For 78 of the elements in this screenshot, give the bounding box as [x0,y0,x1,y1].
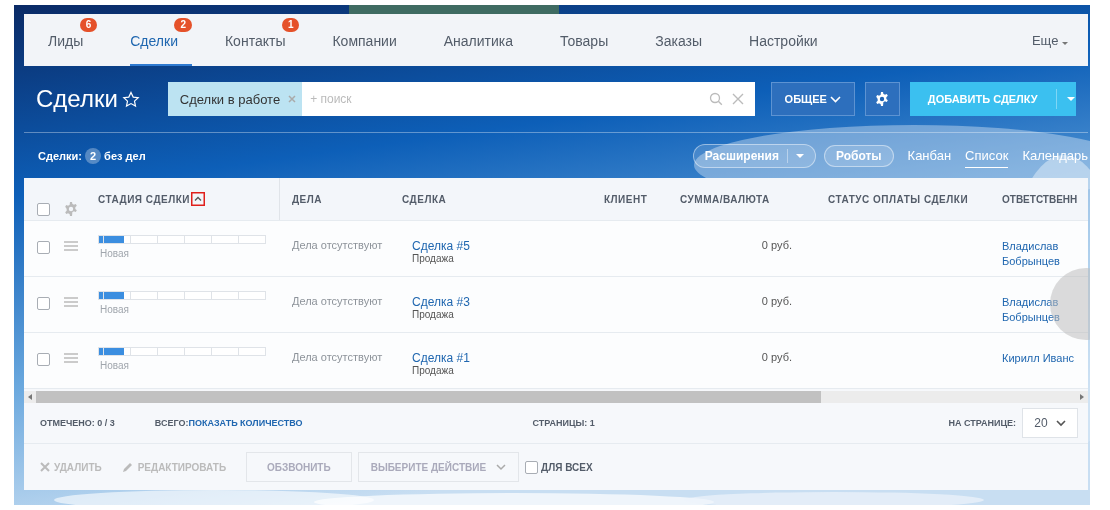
caret-icon [1062,41,1068,45]
menu-icon [64,241,78,251]
nav-tab[interactable]: Настройки [749,14,832,66]
column-header[interactable]: ДЕЛА [292,193,323,205]
nav-tab[interactable]: Лиды 6 [48,14,98,66]
search-icon [708,92,723,106]
select-all-checkbox[interactable] [36,202,50,216]
chevron-icon [1055,419,1066,427]
settings-icon [874,92,891,106]
pages-label: СТРАНИЦЫ: 1 [532,418,595,428]
for-all-label: ДЛЯ ВСЕХ [541,461,593,473]
stage-label: Новая [100,248,130,259]
table-cell-text: Дела отсутствуют [292,239,383,253]
page-title: Сделки [36,85,118,113]
total-label: ВСЕГО: [154,418,189,428]
sort-icon [191,192,205,206]
column-header[interactable]: СДЕЛКА [402,193,447,205]
column-header[interactable]: СТАДИЯ СДЕЛКИ [98,193,190,205]
nav-tab[interactable]: Аналитика [443,14,528,66]
search-field[interactable]: Сделки в работе + поиск [167,82,755,116]
caret-icon [795,153,804,158]
nav-tab[interactable]: Заказы [655,14,717,66]
star-icon [121,90,140,108]
row-checkbox[interactable] [36,353,50,366]
menu-icon [64,297,78,307]
table-cell-text: 0 руб. [761,351,792,365]
caret-icon [1066,97,1075,101]
nav-tab[interactable]: Товары [560,14,623,66]
stage-label: Новая [100,304,130,315]
show-count-link[interactable]: ПОКАЗАТЬ КОЛИЧЕСТВО [188,418,303,428]
user-link[interactable]: Кирилл Иванс [1002,351,1082,388]
table-cell-text: Продажа [412,253,455,264]
column-header[interactable]: КЛИЕНТ [604,193,648,205]
per-page-select[interactable]: 20 [1022,408,1078,438]
chevron-icon [829,95,841,103]
counter-badge: 2 [174,17,192,32]
table-cell-text: 0 руб. [761,295,792,309]
preset-button[interactable]: ОБЩЕЕ [770,82,855,116]
horizontal-scrollbar[interactable] [24,391,1088,403]
more-menu[interactable]: Еще [1031,32,1068,48]
row-checkbox[interactable] [36,241,50,254]
row-checkbox[interactable] [36,297,50,310]
column-header[interactable]: СТАТУС ОПЛАТЫ СДЕЛКИ [828,193,969,205]
settings-button[interactable] [864,82,900,116]
stage-label: Новая [100,360,130,371]
table-cell-text: Продажа [412,365,455,376]
user-link[interactable]: Владислав Бобрынцев [1002,239,1082,276]
counter-suffix: без дел [104,149,146,162]
scroll-right-arrow-icon[interactable] [1080,394,1084,400]
counter-badge: 1 [281,17,300,32]
pencil-icon [121,461,134,473]
table-cell-text: Продажа [412,309,455,320]
deal-link[interactable]: Сделка #5 [412,239,542,253]
counter-label: Сделки: [38,149,82,162]
for-all-checkbox[interactable] [525,460,539,474]
filter-chip[interactable]: Сделки в работе [167,82,303,116]
nav-tab[interactable]: Сделки 2 [130,14,192,66]
per-page-label: НА СТРАНИЦЕ: [948,418,1016,428]
selected-count: ОТМЕЧЕНО: 0 / 3 [40,418,115,428]
menu-icon [64,353,78,363]
table-cell-text: Дела отсутствуют [292,351,383,365]
deal-link[interactable]: Сделка #3 [412,295,542,309]
nav-tab[interactable]: Компании [332,14,411,66]
deal-link[interactable]: Сделка #1 [412,351,542,365]
column-header[interactable]: СУММА/ВАЛЮТА [680,193,770,205]
counter-badge: 6 [79,17,98,32]
scroll-left-arrow-icon[interactable] [28,394,32,400]
user-link[interactable]: Владислав Бобрынцев [1002,295,1082,332]
column-header[interactable]: ОТВЕТСТВЕНН [1002,193,1078,205]
table-cell-text: 0 руб. [761,239,792,253]
counter-badge: 2 [84,147,102,164]
table-cell-text: Дела отсутствуют [292,295,383,309]
close-icon [730,92,745,106]
nav-tab[interactable]: Контакты 1 [224,14,300,66]
remove-icon[interactable] [288,95,297,103]
close-icon [40,462,50,472]
chevron-icon [496,463,507,471]
settings-icon [63,202,79,216]
